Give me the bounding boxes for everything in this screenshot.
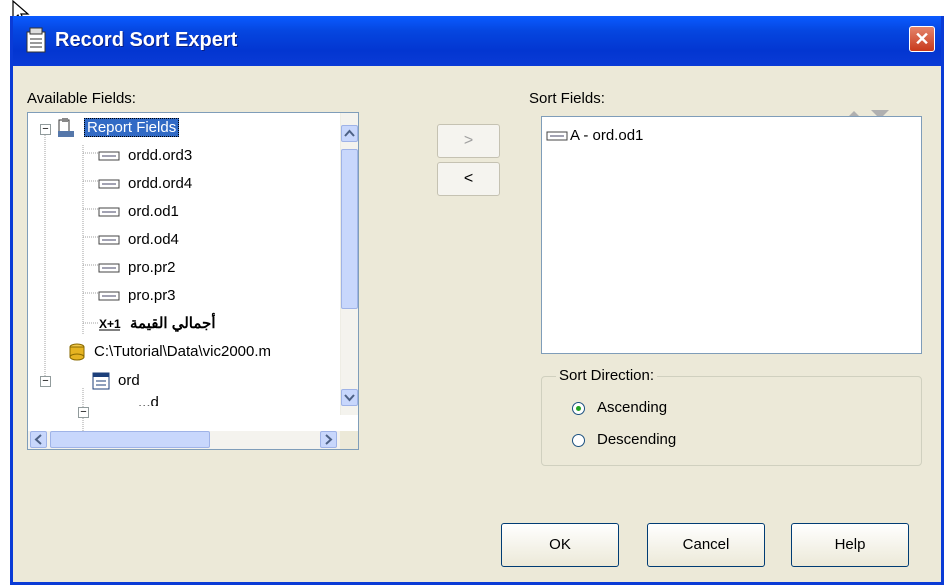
scroll-right-button[interactable] [320, 431, 337, 448]
available-fields-label: Available Fields: [27, 90, 136, 107]
radio-selected-icon[interactable] [572, 401, 585, 415]
sort-fields-list[interactable]: A - ord.od1 [541, 116, 922, 354]
tree-horizontal-scrollbar[interactable] [28, 431, 342, 449]
tree-item-label: ordd.ord3 [128, 147, 193, 164]
tree-item-report-fields[interactable]: Report Fields [56, 113, 180, 143]
tree-item-field[interactable]: ordd.ord4 [98, 169, 192, 199]
horizontal-scroll-thumb[interactable] [50, 431, 210, 448]
tree-item-label: ord.od1 [128, 203, 179, 220]
ascending-radio[interactable]: Ascending [572, 399, 667, 416]
tree-item-label: pro.pr2 [128, 259, 176, 276]
chevron-left-icon [34, 434, 42, 445]
scrollbar-corner [340, 431, 358, 449]
title-bar[interactable]: Record Sort Expert ✕ [13, 16, 941, 66]
available-fields-tree[interactable]: − Report Fields ordd.ord3 ordd.ord4 ord.… [27, 112, 359, 450]
ok-button[interactable]: OK [501, 523, 619, 567]
tree-item-database[interactable]: C:\Tutorial\Data\vic2000.m [68, 337, 271, 367]
tree-item-label: ord.od4 [128, 231, 179, 248]
scroll-thumb[interactable] [341, 149, 358, 309]
report-fields-collapse-toggle[interactable]: − [40, 124, 51, 135]
tree-item-table[interactable]: ord [92, 366, 140, 396]
svg-text:X+1: X+1 [99, 317, 121, 331]
field-icon [98, 207, 120, 217]
descending-label: Descending [597, 431, 677, 448]
field-icon [98, 263, 120, 273]
ascending-label: Ascending [597, 399, 668, 416]
radio-unselected-icon[interactable] [572, 433, 585, 447]
sort-field-item[interactable]: A - ord.od1 [546, 127, 643, 144]
field-icon [98, 235, 120, 245]
table-collapse-toggle[interactable]: − [78, 407, 89, 418]
tree-item-field[interactable]: pro.pr2 [98, 253, 176, 283]
sort-fields-label: Sort Fields: [529, 90, 605, 107]
sort-field-label: A - ord.od1 [570, 127, 644, 144]
report-fields-icon [58, 118, 74, 138]
table-icon [92, 372, 110, 390]
field-icon [98, 291, 120, 301]
tree-item-label: Report Fields [84, 118, 180, 137]
tree-item-field[interactable]: ordd.ord3 [98, 141, 192, 171]
chevron-up-icon [344, 129, 355, 137]
tree-item-field[interactable]: ord.od1 [98, 197, 179, 227]
remove-sort-field-button[interactable]: < [437, 162, 500, 196]
tree-vertical-scrollbar[interactable] [340, 113, 358, 415]
field-icon [98, 179, 120, 189]
chevron-down-icon [344, 394, 355, 402]
formula-icon: X+1 [99, 317, 121, 331]
cancel-button[interactable]: Cancel [647, 523, 765, 567]
tree-item-formula[interactable]: X+1 أجمالي القيمة [98, 309, 216, 339]
sort-direction-group: Sort Direction: Ascending Descending [541, 367, 922, 466]
database-collapse-toggle[interactable]: − [40, 376, 51, 387]
close-button[interactable]: ✕ [909, 26, 935, 52]
descending-radio[interactable]: Descending [572, 431, 676, 448]
tree-item-label: ord [118, 372, 140, 389]
field-icon [546, 131, 568, 141]
tree-item-field[interactable]: ord.od4 [98, 225, 179, 255]
field-icon [98, 151, 120, 161]
add-sort-field-button[interactable]: > [437, 124, 500, 158]
tree-item-label: أجمالي القيمة [130, 315, 216, 332]
record-sort-app-icon [26, 27, 46, 53]
chevron-right-icon [325, 434, 333, 445]
scroll-up-button[interactable] [341, 125, 358, 142]
window-title: Record Sort Expert [55, 29, 238, 51]
tree-item-label: ordd.ord4 [128, 175, 193, 192]
database-icon [69, 343, 85, 361]
tree-item-field[interactable]: pro.pr3 [98, 281, 176, 311]
scroll-left-button[interactable] [30, 431, 47, 448]
help-button[interactable]: Help [791, 523, 909, 567]
tree-item-label: pro.pr3 [128, 287, 176, 304]
tree-item-label: ...d [138, 396, 159, 406]
dialog-window: Record Sort Expert ✕ Available Fields: −… [10, 16, 944, 585]
tree-item-label: C:\Tutorial\Data\vic2000.m [94, 343, 272, 360]
tree-item-partial: ...d [138, 396, 159, 406]
scroll-down-button[interactable] [341, 389, 358, 406]
sort-direction-label: Sort Direction: [556, 367, 658, 384]
